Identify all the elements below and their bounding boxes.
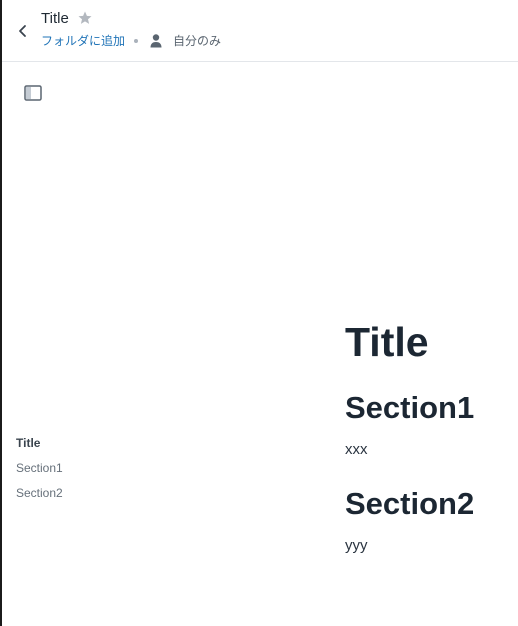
document-heading: Title xyxy=(345,319,429,365)
section1-body: xxx xyxy=(345,441,368,458)
chevron-left-icon xyxy=(19,25,26,37)
person-icon xyxy=(149,33,163,49)
sidebar-panel-icon xyxy=(24,85,42,101)
toc-item-section2[interactable]: Section2 xyxy=(16,486,166,501)
section2-heading: Section2 xyxy=(345,486,475,521)
toc-item-title[interactable]: Title xyxy=(16,436,166,451)
section2-body: yyy xyxy=(345,537,368,554)
visibility-label[interactable]: 自分のみ xyxy=(173,34,221,49)
section1-heading: Section1 xyxy=(345,390,475,425)
document-title: Title xyxy=(41,10,69,27)
document-content: Title Section1 xxx Section2 yyy xyxy=(345,318,515,555)
toc-item-section1[interactable]: Section1 xyxy=(16,461,166,476)
sidebar-toggle-button[interactable] xyxy=(24,85,42,101)
back-button[interactable] xyxy=(14,21,32,41)
star-icon xyxy=(78,11,92,24)
add-to-folder-link[interactable]: フォルダに追加 xyxy=(41,34,125,49)
separator-dot xyxy=(134,39,138,43)
favorite-button[interactable] xyxy=(77,10,93,26)
table-of-contents: Title Section1 Section2 xyxy=(16,436,166,511)
header-bar: Title フォルダに追加 自分のみ xyxy=(2,0,518,62)
page: Title フォルダに追加 自分のみ Title Section1 Sectio… xyxy=(0,0,518,626)
